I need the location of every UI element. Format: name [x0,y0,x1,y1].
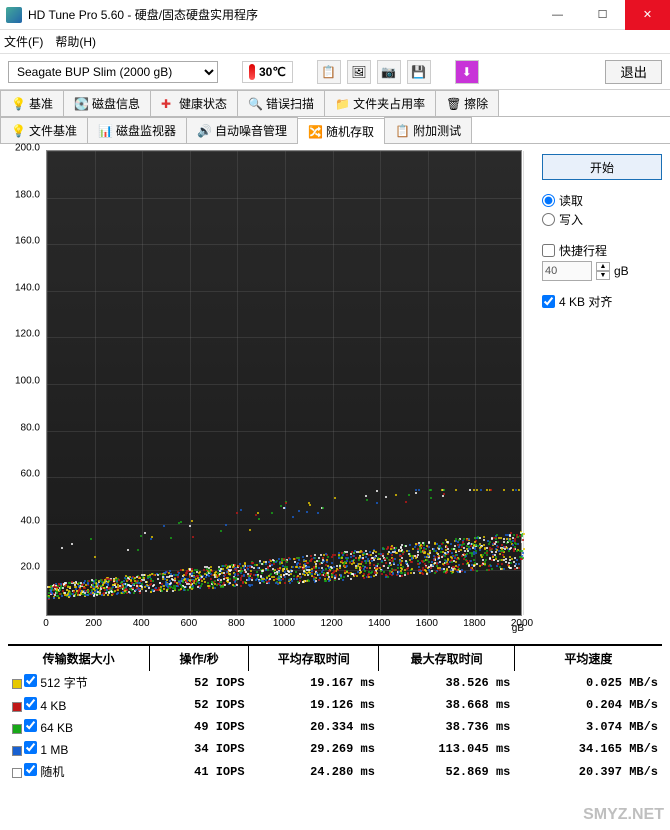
temperature-badge: 30℃ [242,61,293,83]
tab-health[interactable]: ✚健康状态 [150,90,238,116]
tab-row-1: 💡基准 💽磁盘信息 ✚健康状态 🔍错误扫描 📁文件夹占用率 🗑擦除 [0,90,670,117]
table-row: 4 KB52 IOPS19.126 ms38.668 ms0.204 MB/s [8,694,662,716]
options-button[interactable]: ⬇ [455,60,479,84]
clipboard-icon: 📋 [395,124,409,138]
tab-row-2: 💡文件基准 📊磁盘监视器 🔊自动噪音管理 🔀随机存取 📋附加测试 [0,117,670,144]
app-icon [6,7,22,23]
save-button[interactable]: 💾 [407,60,431,84]
col-speed: 平均速度 [514,646,662,671]
watermark: SMYZ.NET [583,806,664,824]
tab-benchmark[interactable]: 💡基准 [0,90,64,116]
checkbox-4k-align[interactable]: 4 KB 对齐 [542,293,662,310]
menu-help[interactable]: 帮助(H) [55,33,96,50]
random-icon: 🔀 [308,125,322,139]
trash-icon: 🗑 [446,97,460,111]
lightbulb-icon: 💡 [11,97,25,111]
tab-aam[interactable]: 🔊自动噪音管理 [186,117,298,143]
copy-screenshot-button[interactable]: 🖼 [347,60,371,84]
row-checkbox[interactable] [24,763,37,776]
copy-info-button[interactable]: 📋 [317,60,341,84]
spinner-down[interactable]: ▼ [596,271,610,280]
radio-read[interactable]: 读取 [542,192,662,209]
folder-icon: 📁 [335,97,349,111]
minimize-button[interactable]: — [535,0,580,30]
x-axis-unit: gB [512,623,524,634]
tab-filebench[interactable]: 💡文件基准 [0,117,88,143]
shortstroke-spinner[interactable] [542,261,592,281]
row-checkbox[interactable] [24,741,37,754]
col-size: 传输数据大小 [8,646,150,671]
monitor-icon: 📊 [98,124,112,138]
tab-errorscan[interactable]: 🔍错误扫描 [237,90,325,116]
random-access-chart: ms 20.040.060.080.0100.0120.0140.0160.01… [4,148,524,636]
table-row: 1 MB34 IOPS29.269 ms113.045 ms34.165 MB/… [8,738,662,760]
tab-folder[interactable]: 📁文件夹占用率 [324,90,436,116]
thermometer-icon [249,64,255,80]
checkbox-shortstroke[interactable]: 快捷行程 [542,242,662,259]
temperature-value: 30℃ [259,65,286,79]
col-avg: 平均存取时间 [249,646,379,671]
tab-random[interactable]: 🔀随机存取 [297,118,385,144]
stroke-unit: gB [614,264,629,278]
row-checkbox[interactable] [24,697,37,710]
window-title: HD Tune Pro 5.60 - 硬盘/固态硬盘实用程序 [28,6,535,23]
drive-select[interactable]: Seagate BUP Slim (2000 gB) [8,61,218,83]
menu-file[interactable]: 文件(F) [4,33,43,50]
disk-icon: 💽 [74,97,88,111]
row-checkbox[interactable] [24,674,37,687]
close-button[interactable]: ✕ [625,0,670,30]
table-row: 512 字节52 IOPS19.167 ms38.526 ms0.025 MB/… [8,671,662,694]
col-ops: 操作/秒 [150,646,249,671]
col-max: 最大存取时间 [379,646,514,671]
speaker-icon: 🔊 [197,124,211,138]
maximize-button[interactable]: ☐ [580,0,625,30]
tab-monitor[interactable]: 📊磁盘监视器 [87,117,187,143]
exit-button[interactable]: 退出 [605,60,662,84]
tab-erase[interactable]: 🗑擦除 [435,90,499,116]
row-checkbox[interactable] [24,719,37,732]
tab-info[interactable]: 💽磁盘信息 [63,90,151,116]
tab-extra[interactable]: 📋附加测试 [384,117,472,143]
results-table: 传输数据大小 操作/秒 平均存取时间 最大存取时间 平均速度 512 字节52 … [8,644,662,783]
search-icon: 🔍 [248,97,262,111]
spinner-up[interactable]: ▲ [596,262,610,271]
screenshot-button[interactable]: 📷 [377,60,401,84]
plus-icon: ✚ [161,97,175,111]
table-row: 随机41 IOPS24.280 ms52.869 ms20.397 MB/s [8,760,662,783]
radio-write[interactable]: 写入 [542,211,662,228]
table-row: 64 KB49 IOPS20.334 ms38.736 ms3.074 MB/s [8,716,662,738]
start-button[interactable]: 开始 [542,154,662,180]
lightbulb-icon: 💡 [11,124,25,138]
